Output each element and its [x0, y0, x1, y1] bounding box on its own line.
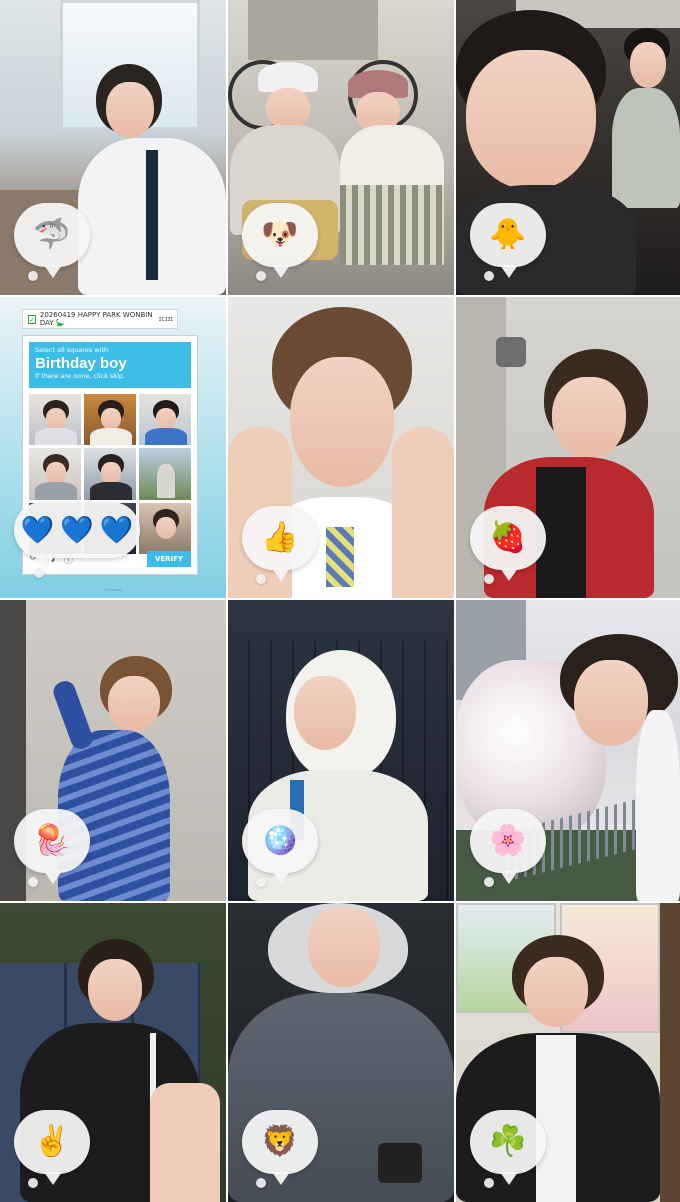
blue-heart-icon: 💙: [20, 514, 55, 546]
reaction-bubble: 🍓: [470, 506, 546, 581]
bubble-tail-dot: [28, 1178, 38, 1188]
reaction-bubble: 🐶: [242, 203, 318, 278]
dog-icon: 🐶: [261, 217, 299, 252]
victory-hand-icon: ✌️: [33, 1124, 71, 1159]
bubble-tail-dot: [256, 271, 266, 281]
reaction-bubble: ✌️: [14, 1110, 90, 1185]
captcha-cell[interactable]: [139, 394, 191, 446]
grid-tile-3[interactable]: 🐥: [456, 0, 680, 295]
shamrock-icon: ☘️: [489, 1124, 527, 1159]
cherry-blossom-icon: 🌸: [489, 823, 527, 858]
reaction-bubble: 🌸: [470, 809, 546, 884]
blue-heart-icon: 💙: [60, 514, 94, 546]
bubble-tail-dot: [484, 877, 494, 887]
captcha-banner-text: 20260419 HAPPY PARK WONBIN DAY 🦕: [39, 311, 153, 327]
reaction-bubble: 👍: [242, 506, 318, 581]
captcha-banner: ✓ 20260419 HAPPY PARK WONBIN DAY 🦕 ɪᴄɪɪɪ: [22, 309, 178, 329]
grid-tile-4[interactable]: ✓ 20260419 HAPPY PARK WONBIN DAY 🦕 ɪᴄɪɪɪ…: [0, 297, 226, 598]
strawberry-icon: 🍓: [489, 520, 527, 555]
captcha-cell[interactable]: [84, 394, 136, 446]
reaction-bubble: ☘️: [470, 1110, 546, 1185]
thumbs-up-icon: 👍: [261, 520, 299, 555]
photo-grid: 🦈 🐶 🐥 ✓ 20260419 HAPPY PARK WONBIN DAY 🦕…: [0, 0, 680, 1202]
bubble-tail-dot: [484, 271, 494, 281]
bubble-tail-dot: [256, 1178, 266, 1188]
grid-tile-9[interactable]: 🌸: [456, 600, 680, 901]
grid-tile-10[interactable]: ✌️: [0, 903, 226, 1202]
grid-tile-5[interactable]: 👍: [228, 297, 454, 598]
checkmark-icon: ✓: [28, 314, 36, 324]
grid-tile-1[interactable]: 🦈: [0, 0, 226, 295]
reaction-bubble-hearts: 💙 💙 💙: [14, 502, 140, 569]
reaction-bubble: 🦈: [14, 203, 90, 278]
shark-icon: 🦈: [33, 217, 71, 252]
jellyfish-icon: 🪼: [33, 823, 71, 858]
bubble-tail-dot: [28, 271, 38, 281]
lion-icon: 🦁: [261, 1124, 299, 1159]
grid-tile-8[interactable]: 🪩: [228, 600, 454, 901]
bubble-tail-dot: [256, 574, 266, 584]
reaction-bubble: 🪼: [14, 809, 90, 884]
captcha-cell[interactable]: [29, 448, 81, 500]
captcha-cell[interactable]: [139, 448, 191, 500]
captcha-credit: ᵉᶜᵗᵉˢᵘᵈ: [104, 588, 122, 595]
bubble-tail-dot: [28, 877, 38, 887]
chick-icon: 🐥: [489, 217, 527, 252]
captcha-cell[interactable]: [29, 394, 81, 446]
verify-button[interactable]: VERIFY: [146, 551, 191, 567]
grid-tile-6[interactable]: 🍓: [456, 297, 680, 598]
bubble-tail-dot: [484, 574, 494, 584]
bubble-tail-dot: [484, 1178, 494, 1188]
captcha-title: Birthday boy: [35, 355, 127, 372]
captcha-banner-tag: ɪᴄɪɪɪ: [158, 315, 173, 323]
mirror-ball-icon: 🪩: [261, 823, 299, 858]
captcha-instruction: Select all squares with: [35, 346, 109, 354]
captcha-hint: If there are none, click skip.: [35, 372, 126, 380]
reaction-bubble: 🪩: [242, 809, 318, 884]
bubble-tail-dot: [34, 568, 44, 578]
grid-tile-11[interactable]: 🦁: [228, 903, 454, 1202]
captcha-cell[interactable]: [139, 502, 191, 554]
grid-tile-2[interactable]: 🐶: [228, 0, 454, 295]
grid-tile-7[interactable]: 🪼: [0, 600, 226, 901]
reaction-bubble: 🦁: [242, 1110, 318, 1185]
reaction-bubble: 🐥: [470, 203, 546, 278]
bubble-tail-dot: [256, 877, 266, 887]
blue-heart-icon: 💙: [99, 514, 134, 546]
grid-tile-12[interactable]: ☘️: [456, 903, 680, 1202]
captcha-cell[interactable]: [84, 448, 136, 500]
captcha-header: Select all squares with Birthday boy If …: [29, 342, 191, 388]
